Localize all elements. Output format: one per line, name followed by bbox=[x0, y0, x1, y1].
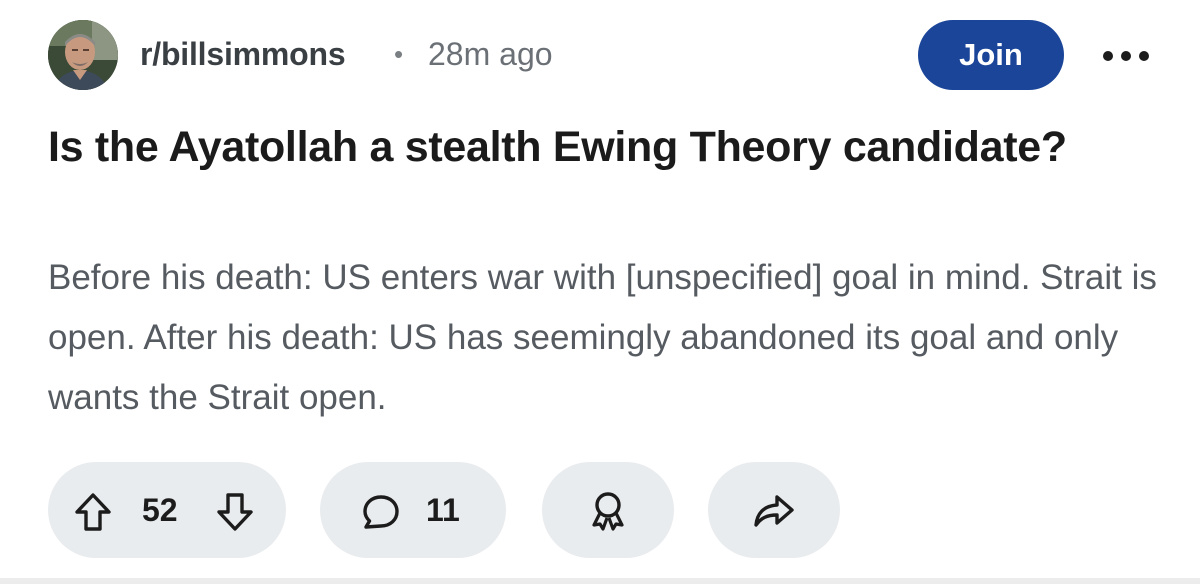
comments-button[interactable]: 11 bbox=[320, 462, 506, 558]
more-horizontal-icon[interactable] bbox=[1098, 38, 1154, 74]
award-button[interactable] bbox=[542, 462, 674, 558]
speech-bubble-icon bbox=[362, 494, 400, 530]
post-title[interactable]: Is the Ayatollah a stealth Ewing Theory … bbox=[48, 118, 1158, 176]
arrow-down-icon[interactable] bbox=[216, 492, 254, 532]
vote-bar: 52 bbox=[48, 462, 286, 558]
arrow-up-icon[interactable] bbox=[74, 492, 112, 532]
post-timestamp: 28m ago bbox=[428, 36, 553, 72]
post-body[interactable]: Before his death: US enters war with [un… bbox=[48, 248, 1168, 428]
vote-count: 52 bbox=[142, 492, 178, 528]
meta-separator: • bbox=[394, 39, 404, 69]
divider bbox=[0, 578, 1200, 584]
post-card[interactable]: r/billsimmons • 28m ago Join Is the Ayat… bbox=[0, 0, 1200, 578]
subreddit-name[interactable]: r/billsimmons bbox=[140, 34, 346, 74]
post-header: r/billsimmons • 28m ago Join bbox=[48, 20, 1158, 92]
comment-count: 11 bbox=[426, 492, 460, 528]
share-button[interactable] bbox=[708, 462, 840, 558]
award-ribbon-icon bbox=[588, 490, 628, 532]
subreddit-avatar[interactable] bbox=[48, 20, 118, 90]
share-arrow-icon bbox=[753, 494, 795, 528]
join-button[interactable]: Join bbox=[918, 20, 1064, 90]
